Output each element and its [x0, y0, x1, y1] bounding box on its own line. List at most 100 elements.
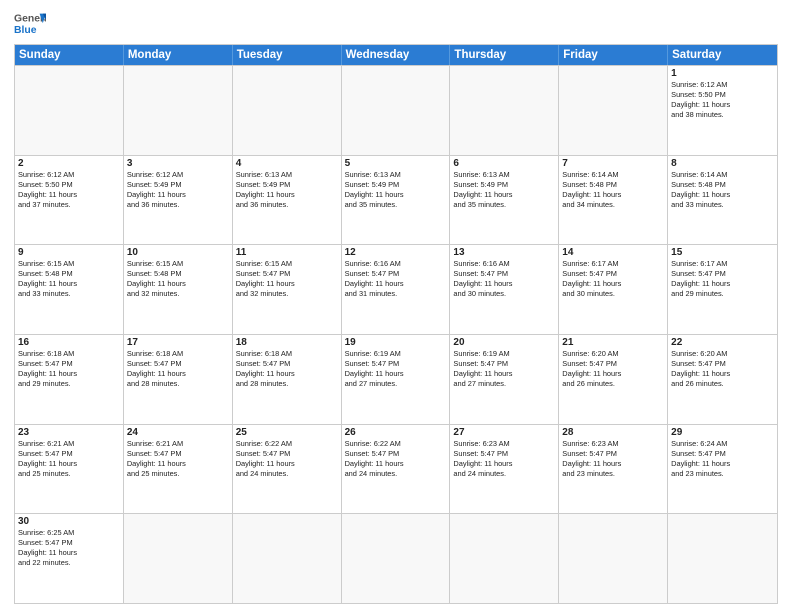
day-header-wednesday: Wednesday	[342, 45, 451, 65]
day-info: Sunrise: 6:18 AM Sunset: 5:47 PM Dayligh…	[127, 349, 229, 389]
cal-cell: 28Sunrise: 6:23 AM Sunset: 5:47 PM Dayli…	[559, 425, 668, 514]
day-number: 30	[18, 516, 120, 527]
day-number: 17	[127, 337, 229, 348]
day-number: 20	[453, 337, 555, 348]
day-info: Sunrise: 6:17 AM Sunset: 5:47 PM Dayligh…	[671, 259, 774, 299]
day-number: 26	[345, 427, 447, 438]
day-info: Sunrise: 6:15 AM Sunset: 5:48 PM Dayligh…	[18, 259, 120, 299]
calendar-header: SundayMondayTuesdayWednesdayThursdayFrid…	[15, 45, 777, 65]
day-number: 5	[345, 158, 447, 169]
day-number: 10	[127, 247, 229, 258]
cal-cell: 2Sunrise: 6:12 AM Sunset: 5:50 PM Daylig…	[15, 156, 124, 245]
day-number: 23	[18, 427, 120, 438]
day-number: 27	[453, 427, 555, 438]
cal-cell: 8Sunrise: 6:14 AM Sunset: 5:48 PM Daylig…	[668, 156, 777, 245]
day-info: Sunrise: 6:22 AM Sunset: 5:47 PM Dayligh…	[345, 439, 447, 479]
cal-cell: 18Sunrise: 6:18 AM Sunset: 5:47 PM Dayli…	[233, 335, 342, 424]
cal-cell: 11Sunrise: 6:15 AM Sunset: 5:47 PM Dayli…	[233, 245, 342, 334]
cal-cell: 3Sunrise: 6:12 AM Sunset: 5:49 PM Daylig…	[124, 156, 233, 245]
day-number: 4	[236, 158, 338, 169]
day-info: Sunrise: 6:20 AM Sunset: 5:47 PM Dayligh…	[671, 349, 774, 389]
cal-cell: 16Sunrise: 6:18 AM Sunset: 5:47 PM Dayli…	[15, 335, 124, 424]
day-info: Sunrise: 6:21 AM Sunset: 5:47 PM Dayligh…	[18, 439, 120, 479]
day-info: Sunrise: 6:14 AM Sunset: 5:48 PM Dayligh…	[562, 170, 664, 210]
cal-cell	[342, 514, 451, 603]
week-row-1: 2Sunrise: 6:12 AM Sunset: 5:50 PM Daylig…	[15, 155, 777, 245]
cal-cell: 6Sunrise: 6:13 AM Sunset: 5:49 PM Daylig…	[450, 156, 559, 245]
day-info: Sunrise: 6:19 AM Sunset: 5:47 PM Dayligh…	[453, 349, 555, 389]
day-number: 6	[453, 158, 555, 169]
week-row-3: 16Sunrise: 6:18 AM Sunset: 5:47 PM Dayli…	[15, 334, 777, 424]
day-number: 21	[562, 337, 664, 348]
cal-cell: 24Sunrise: 6:21 AM Sunset: 5:47 PM Dayli…	[124, 425, 233, 514]
day-number: 28	[562, 427, 664, 438]
day-info: Sunrise: 6:12 AM Sunset: 5:49 PM Dayligh…	[127, 170, 229, 210]
day-header-friday: Friday	[559, 45, 668, 65]
cal-cell: 13Sunrise: 6:16 AM Sunset: 5:47 PM Dayli…	[450, 245, 559, 334]
day-info: Sunrise: 6:16 AM Sunset: 5:47 PM Dayligh…	[453, 259, 555, 299]
day-header-saturday: Saturday	[668, 45, 777, 65]
day-info: Sunrise: 6:18 AM Sunset: 5:47 PM Dayligh…	[18, 349, 120, 389]
day-number: 25	[236, 427, 338, 438]
day-header-sunday: Sunday	[15, 45, 124, 65]
cal-cell: 12Sunrise: 6:16 AM Sunset: 5:47 PM Dayli…	[342, 245, 451, 334]
cal-cell	[450, 66, 559, 155]
cal-cell: 5Sunrise: 6:13 AM Sunset: 5:49 PM Daylig…	[342, 156, 451, 245]
week-row-4: 23Sunrise: 6:21 AM Sunset: 5:47 PM Dayli…	[15, 424, 777, 514]
cal-cell: 22Sunrise: 6:20 AM Sunset: 5:47 PM Dayli…	[668, 335, 777, 424]
cal-cell: 23Sunrise: 6:21 AM Sunset: 5:47 PM Dayli…	[15, 425, 124, 514]
cal-cell: 20Sunrise: 6:19 AM Sunset: 5:47 PM Dayli…	[450, 335, 559, 424]
cal-cell	[450, 514, 559, 603]
calendar: SundayMondayTuesdayWednesdayThursdayFrid…	[14, 44, 778, 604]
day-info: Sunrise: 6:15 AM Sunset: 5:47 PM Dayligh…	[236, 259, 338, 299]
cal-cell	[559, 514, 668, 603]
cal-cell: 26Sunrise: 6:22 AM Sunset: 5:47 PM Dayli…	[342, 425, 451, 514]
cal-cell: 29Sunrise: 6:24 AM Sunset: 5:47 PM Dayli…	[668, 425, 777, 514]
day-number: 24	[127, 427, 229, 438]
generalblue-icon: General Blue	[14, 10, 46, 38]
cal-cell	[668, 514, 777, 603]
day-info: Sunrise: 6:22 AM Sunset: 5:47 PM Dayligh…	[236, 439, 338, 479]
cal-cell: 15Sunrise: 6:17 AM Sunset: 5:47 PM Dayli…	[668, 245, 777, 334]
cal-cell: 1Sunrise: 6:12 AM Sunset: 5:50 PM Daylig…	[668, 66, 777, 155]
day-number: 12	[345, 247, 447, 258]
day-number: 9	[18, 247, 120, 258]
week-row-2: 9Sunrise: 6:15 AM Sunset: 5:48 PM Daylig…	[15, 244, 777, 334]
cal-cell: 4Sunrise: 6:13 AM Sunset: 5:49 PM Daylig…	[233, 156, 342, 245]
day-number: 19	[345, 337, 447, 348]
cal-cell: 25Sunrise: 6:22 AM Sunset: 5:47 PM Dayli…	[233, 425, 342, 514]
day-info: Sunrise: 6:12 AM Sunset: 5:50 PM Dayligh…	[18, 170, 120, 210]
day-number: 14	[562, 247, 664, 258]
day-info: Sunrise: 6:20 AM Sunset: 5:47 PM Dayligh…	[562, 349, 664, 389]
cal-cell: 17Sunrise: 6:18 AM Sunset: 5:47 PM Dayli…	[124, 335, 233, 424]
day-info: Sunrise: 6:13 AM Sunset: 5:49 PM Dayligh…	[345, 170, 447, 210]
day-info: Sunrise: 6:14 AM Sunset: 5:48 PM Dayligh…	[671, 170, 774, 210]
cal-cell: 9Sunrise: 6:15 AM Sunset: 5:48 PM Daylig…	[15, 245, 124, 334]
cal-cell	[342, 66, 451, 155]
day-header-thursday: Thursday	[450, 45, 559, 65]
day-number: 1	[671, 68, 774, 79]
day-info: Sunrise: 6:17 AM Sunset: 5:47 PM Dayligh…	[562, 259, 664, 299]
week-row-5: 30Sunrise: 6:25 AM Sunset: 5:47 PM Dayli…	[15, 513, 777, 603]
cal-cell: 7Sunrise: 6:14 AM Sunset: 5:48 PM Daylig…	[559, 156, 668, 245]
day-number: 22	[671, 337, 774, 348]
day-number: 8	[671, 158, 774, 169]
day-info: Sunrise: 6:23 AM Sunset: 5:47 PM Dayligh…	[453, 439, 555, 479]
logo: General Blue	[14, 10, 46, 38]
week-row-0: 1Sunrise: 6:12 AM Sunset: 5:50 PM Daylig…	[15, 65, 777, 155]
day-info: Sunrise: 6:21 AM Sunset: 5:47 PM Dayligh…	[127, 439, 229, 479]
day-info: Sunrise: 6:19 AM Sunset: 5:47 PM Dayligh…	[345, 349, 447, 389]
cal-cell: 14Sunrise: 6:17 AM Sunset: 5:47 PM Dayli…	[559, 245, 668, 334]
cal-cell: 30Sunrise: 6:25 AM Sunset: 5:47 PM Dayli…	[15, 514, 124, 603]
day-number: 16	[18, 337, 120, 348]
day-info: Sunrise: 6:18 AM Sunset: 5:47 PM Dayligh…	[236, 349, 338, 389]
day-info: Sunrise: 6:23 AM Sunset: 5:47 PM Dayligh…	[562, 439, 664, 479]
day-info: Sunrise: 6:16 AM Sunset: 5:47 PM Dayligh…	[345, 259, 447, 299]
day-number: 2	[18, 158, 120, 169]
day-info: Sunrise: 6:24 AM Sunset: 5:47 PM Dayligh…	[671, 439, 774, 479]
calendar-body: 1 Sunrise: 6:12 AM Sunset: 5:50 PM Daylig…	[15, 65, 777, 603]
day-number: 13	[453, 247, 555, 258]
cal-cell: 21Sunrise: 6:20 AM Sunset: 5:47 PM Dayli…	[559, 335, 668, 424]
day-number: 15	[671, 247, 774, 258]
cal-cell: 10Sunrise: 6:15 AM Sunset: 5:48 PM Dayli…	[124, 245, 233, 334]
